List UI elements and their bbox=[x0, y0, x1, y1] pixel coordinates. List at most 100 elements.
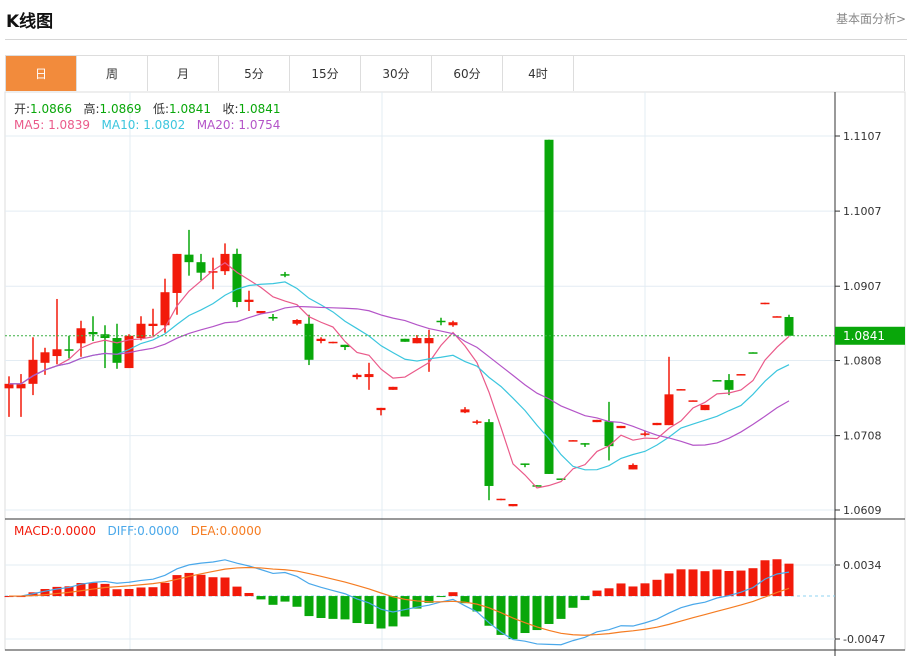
macd-bar bbox=[556, 596, 566, 619]
candle bbox=[448, 320, 458, 327]
high-value: 1.0869 bbox=[99, 102, 142, 116]
candle bbox=[748, 352, 758, 354]
candle bbox=[436, 317, 446, 326]
candle-body bbox=[628, 464, 638, 470]
candle-body bbox=[748, 352, 758, 354]
candle bbox=[16, 374, 26, 417]
low-value: 1.0841 bbox=[169, 102, 212, 116]
close-label: 收: bbox=[222, 102, 239, 116]
current-price-label: 1.0841 bbox=[843, 329, 885, 343]
candle-body bbox=[88, 332, 98, 335]
macd-bar bbox=[232, 586, 242, 597]
macd-bar bbox=[784, 563, 794, 597]
macd-bar bbox=[304, 596, 314, 617]
candle bbox=[676, 389, 686, 391]
candle bbox=[88, 316, 98, 342]
candle bbox=[304, 314, 314, 366]
candle bbox=[628, 463, 638, 470]
ma10-value: 1.0802 bbox=[143, 118, 186, 132]
candle-body bbox=[412, 338, 422, 344]
candle bbox=[484, 419, 494, 501]
candle-body bbox=[772, 316, 782, 318]
open-label: 开: bbox=[14, 102, 31, 116]
ma5-line bbox=[9, 262, 790, 489]
candle-body bbox=[580, 443, 590, 445]
candle-body bbox=[232, 253, 242, 302]
candle-body bbox=[28, 359, 38, 384]
candle bbox=[100, 325, 110, 369]
candle bbox=[784, 314, 794, 336]
macd-value: MACD:0.0000 bbox=[14, 524, 97, 538]
macd-bar bbox=[652, 579, 662, 597]
ma10-label: MA10: bbox=[101, 118, 140, 132]
candle-body bbox=[724, 380, 734, 390]
price-tick-label: 1.1007 bbox=[843, 205, 882, 218]
candle bbox=[760, 302, 770, 305]
ohlc-legend: 开:1.0866 高:1.0869 低:1.0841 收:1.0841 bbox=[14, 100, 281, 117]
macd-bar bbox=[328, 596, 338, 619]
price-tick-label: 1.0609 bbox=[843, 504, 882, 517]
macd-bar bbox=[724, 570, 734, 597]
candle bbox=[736, 374, 746, 376]
macd-bar bbox=[580, 596, 590, 601]
macd-bar bbox=[280, 596, 290, 602]
candle bbox=[112, 323, 122, 369]
candle-body bbox=[64, 349, 74, 351]
candle-body bbox=[784, 316, 794, 336]
candle bbox=[292, 319, 302, 326]
candle-body bbox=[244, 299, 254, 302]
candle bbox=[280, 271, 290, 278]
kline-chart[interactable]: 1.1107 1.1007 1.0907 1.0808 1.0708 1.0609 0.00… bbox=[0, 0, 912, 656]
price-tick-label: 1.0708 bbox=[843, 430, 882, 443]
candle-body bbox=[700, 404, 710, 411]
low-label: 低: bbox=[153, 102, 170, 116]
macd-bar bbox=[220, 577, 230, 597]
candle-body bbox=[472, 421, 482, 423]
candle-body bbox=[352, 374, 362, 378]
diff-line bbox=[9, 559, 790, 646]
candle-body bbox=[148, 323, 158, 327]
dea-value: DEA:0.0000 bbox=[190, 524, 262, 538]
ma10-line bbox=[9, 281, 790, 471]
macd-bar bbox=[592, 590, 602, 597]
candle bbox=[544, 139, 554, 474]
candle-body bbox=[40, 352, 50, 363]
candle-body bbox=[712, 380, 722, 382]
candle-body bbox=[520, 463, 530, 465]
candle-body bbox=[376, 407, 386, 411]
macd-tick-label: -0.0047 bbox=[843, 633, 885, 646]
macd-bar bbox=[112, 589, 122, 597]
macd-bar bbox=[544, 596, 554, 624]
candle-body bbox=[292, 319, 302, 324]
price-tick-label: 1.0808 bbox=[843, 355, 882, 368]
candle bbox=[220, 243, 230, 275]
macd-bar bbox=[268, 596, 278, 605]
candle bbox=[688, 400, 698, 402]
candle-body bbox=[364, 374, 374, 378]
macd-bar bbox=[364, 596, 374, 624]
macd-bar bbox=[568, 596, 578, 608]
candle bbox=[376, 407, 386, 416]
candle bbox=[520, 463, 530, 468]
candle bbox=[232, 248, 242, 308]
candle-body bbox=[400, 338, 410, 342]
candle-body bbox=[592, 419, 602, 423]
open-value: 1.0866 bbox=[30, 102, 73, 116]
macd-tick-label: 0.0034 bbox=[843, 559, 882, 572]
candle bbox=[388, 386, 398, 390]
macd-bar bbox=[748, 568, 758, 597]
candle-body bbox=[184, 254, 194, 263]
price-tick-label: 1.1107 bbox=[843, 130, 882, 143]
macd-bar bbox=[340, 596, 350, 620]
price-tick-label: 1.0907 bbox=[843, 280, 882, 293]
candle bbox=[40, 347, 50, 375]
macd-bar bbox=[208, 577, 218, 597]
candle bbox=[4, 376, 14, 417]
candle-body bbox=[544, 139, 554, 474]
high-label: 高: bbox=[83, 102, 100, 116]
macd-bar bbox=[640, 583, 650, 597]
candle-body bbox=[508, 503, 518, 507]
macd-bar bbox=[160, 582, 170, 597]
candle bbox=[340, 344, 350, 351]
candle bbox=[604, 401, 614, 461]
